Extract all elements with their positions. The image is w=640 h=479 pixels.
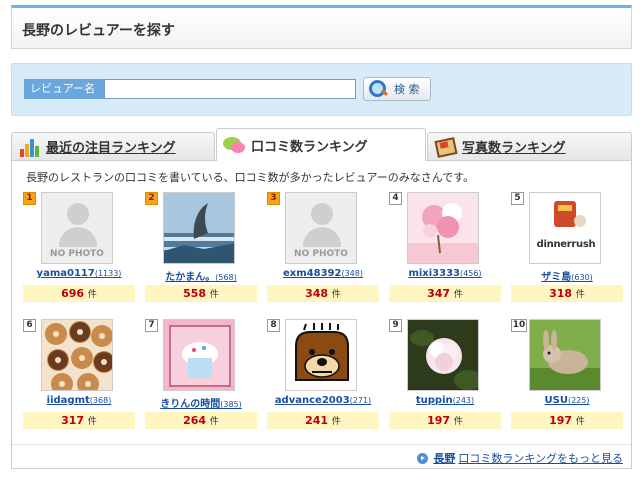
tab-label: 写真数ランキング xyxy=(462,141,566,156)
tab-recent-attention[interactable]: 最近の注目ランキング xyxy=(11,132,215,160)
reviewer-photo[interactable] xyxy=(407,192,479,264)
reviewer-card: 1 NO PHOTO yama0117(1133) 696 件 xyxy=(23,192,135,310)
reviewer-card: 10 USU(225) 197 件 xyxy=(511,319,623,437)
reviewer-card: 8 advance2003(271) 241 件 xyxy=(267,319,379,437)
tab-label: 最近の注目ランキング xyxy=(46,141,176,156)
review-count: 264 件 xyxy=(145,412,257,429)
more-link-row: 長野 口コミ数ランキングをもっと見る xyxy=(12,444,631,468)
review-count: 696 件 xyxy=(23,285,135,302)
rank-badge: 1 xyxy=(23,192,36,205)
reviewer-card: 5 dinnerrush ザミ島(630) 318 件 xyxy=(511,192,623,310)
review-count: 348 件 xyxy=(267,285,379,302)
reviewer-photo[interactable] xyxy=(407,319,479,391)
reviewer-photo[interactable] xyxy=(163,319,235,391)
arrow-right-icon xyxy=(417,452,429,464)
dinner-rush-text: dinnerrush xyxy=(536,239,596,250)
rank-badge: 4 xyxy=(389,192,402,205)
more-link-area: 長野 xyxy=(433,452,456,465)
reviewer-card: 3 NO PHOTO exm48392(348) 348 件 xyxy=(267,192,379,310)
review-count: 317 件 xyxy=(23,412,135,429)
reviewer-photo[interactable]: NO PHOTO xyxy=(285,192,357,264)
ranking-description: 長野のレストランの口コミを書いている、口コミ数が多かったレビュアーのみなさんです… xyxy=(26,171,475,184)
reviewer-photo[interactable] xyxy=(163,192,235,264)
reviewer-name-link[interactable]: exm48392(348) xyxy=(267,268,379,279)
reviewer-photo[interactable]: NO PHOTO xyxy=(41,192,113,264)
reviewer-name-link[interactable]: advance2003(271) xyxy=(267,395,379,406)
photo-icon xyxy=(434,137,456,157)
search-panel: レビュアー名 検 索 xyxy=(11,63,632,116)
reviewer-name-link[interactable]: yama0117(1133) xyxy=(23,268,135,279)
rank-badge: 5 xyxy=(511,192,524,205)
review-count: 197 件 xyxy=(389,412,501,429)
rank-badge: 6 xyxy=(23,319,36,332)
page-header: 長野のレビュアーを探す xyxy=(11,5,632,49)
more-ranking-link[interactable]: 長野 口コミ数ランキングをもっと見る xyxy=(417,450,623,466)
reviewer-name-link[interactable]: たかまん。(568) xyxy=(145,268,257,283)
review-count: 318 件 xyxy=(511,285,623,302)
search-button-label: 検 索 xyxy=(394,83,420,96)
reviewer-photo[interactable] xyxy=(529,319,601,391)
reviewer-name-link[interactable]: tuppin(243) xyxy=(389,395,501,406)
tab-label: 口コミ数ランキング xyxy=(251,139,368,155)
reviewer-photo[interactable] xyxy=(285,319,357,391)
search-icon xyxy=(368,79,388,99)
reviewer-name-link[interactable]: mixi3333(456) xyxy=(389,268,501,279)
rank-badge: 10 xyxy=(511,319,527,332)
review-count: 197 件 xyxy=(511,412,623,429)
reviewer-name-link[interactable]: きりんの時間(385) xyxy=(145,395,257,410)
reviewer-card: 9 tuppin(243) 197 件 xyxy=(389,319,501,437)
bar-chart-icon xyxy=(18,137,40,157)
more-link-label: 口コミ数ランキングをもっと見る xyxy=(458,452,623,465)
review-count: 347 件 xyxy=(389,285,501,302)
rank-badge: 7 xyxy=(145,319,158,332)
tab-photo-count[interactable]: 写真数ランキング xyxy=(427,132,632,160)
reviewer-card: 2 たかまん。(568) 558 件 xyxy=(145,192,257,310)
rank-badge: 8 xyxy=(267,319,280,332)
reviewer-photo[interactable]: dinnerrush xyxy=(529,192,601,264)
ranking-panel: 長野のレストランの口コミを書いている、口コミ数が多かったレビュアーのみなさんです… xyxy=(11,160,632,469)
search-button[interactable]: 検 索 xyxy=(363,77,431,101)
speech-bubbles-icon xyxy=(223,135,245,155)
reviewer-card: 6 iidagmt(368) 317 件 xyxy=(23,319,135,437)
review-count: 241 件 xyxy=(267,412,379,429)
reviewer-photo[interactable] xyxy=(41,319,113,391)
reviewer-card: 7 きりんの時間(385) 264 件 xyxy=(145,319,257,437)
tab-review-count[interactable]: 口コミ数ランキング xyxy=(216,128,426,161)
review-count: 558 件 xyxy=(145,285,257,302)
page-title: 長野のレビュアーを探す xyxy=(22,23,175,39)
reviewer-card: 4 mixi3333(456) 347 件 xyxy=(389,192,501,310)
reviewer-name-link[interactable]: USU(225) xyxy=(511,395,623,406)
search-label: レビュアー名 xyxy=(24,79,104,99)
ranking-tabs: 最近の注目ランキング 口コミ数ランキング 写真数ランキング xyxy=(11,128,632,161)
reviewer-name-input[interactable] xyxy=(104,79,356,99)
reviewer-name-link[interactable]: ザミ島(630) xyxy=(511,268,623,283)
rank-badge: 9 xyxy=(389,319,402,332)
reviewer-name-link[interactable]: iidagmt(368) xyxy=(23,395,135,406)
rank-badge: 2 xyxy=(145,192,158,205)
rank-badge: 3 xyxy=(267,192,280,205)
